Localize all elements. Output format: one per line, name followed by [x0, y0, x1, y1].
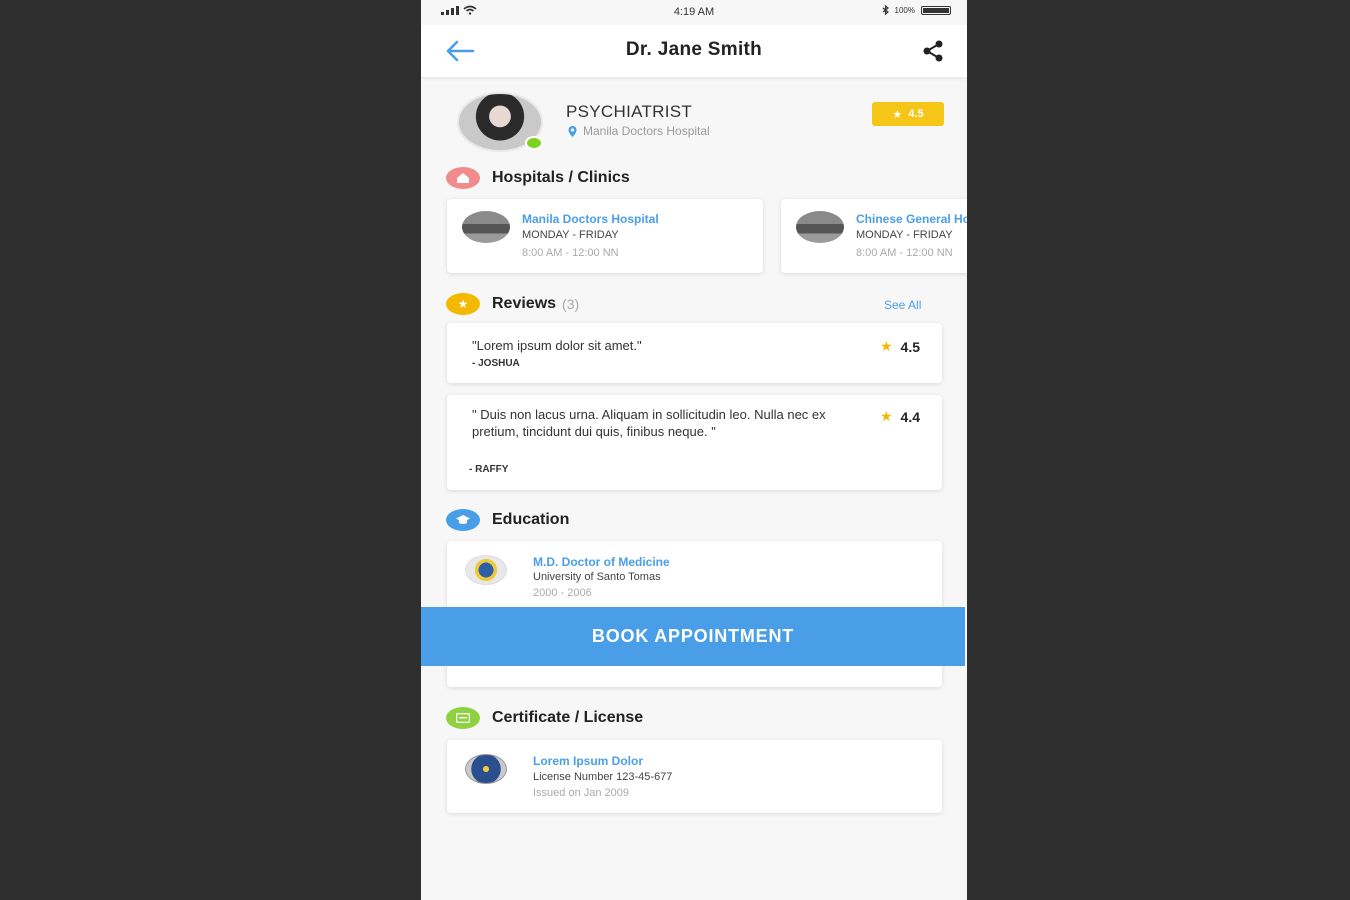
online-status-dot — [525, 136, 543, 150]
battery-icon — [921, 5, 951, 15]
hospital-card[interactable]: Manila Doctors Hospital MONDAY - FRIDAY … — [447, 199, 763, 273]
hospital-days: MONDAY - FRIDAY — [856, 229, 953, 241]
status-bar: 4:19 AM 100% — [421, 0, 967, 25]
star-circle-icon: ★ — [446, 293, 480, 315]
rating-badge: ★ 4.5 — [872, 102, 944, 126]
doctor-specialty: PSYCHIATRIST — [566, 102, 693, 121]
hospital-thumbnail — [462, 211, 510, 243]
school-name: University of Santo Tomas — [533, 571, 661, 583]
education-years: 2000 - 2006 — [533, 587, 592, 599]
location-text: Manila Doctors Hospital — [583, 124, 710, 138]
certificate-section-header: Certificate / License — [446, 707, 643, 729]
review-author: - RAFFY — [469, 464, 509, 475]
hospital-hours: 8:00 AM - 12:00 NN — [522, 247, 619, 259]
see-all-link[interactable]: See All — [884, 298, 921, 312]
degree-title: M.D. Doctor of Medicine — [533, 555, 670, 569]
share-icon — [923, 40, 943, 62]
hospitals-section-header: Hospitals / Clinics — [446, 167, 630, 189]
hospital-hours: 8:00 AM - 12:00 NN — [856, 247, 953, 259]
rating-value: 4.5 — [908, 108, 924, 120]
review-rating-value: 4.4 — [900, 408, 920, 425]
star-icon: ★ — [892, 108, 903, 121]
phone-screen: 4:19 AM 100% Dr. Jane Smith PSYCHIATRIST… — [421, 0, 967, 900]
hospital-name: Chinese General Hospital — [856, 212, 967, 226]
review-rating-value: 4.5 — [900, 338, 920, 355]
reviews-count: (3) — [562, 296, 580, 312]
hospital-days: MONDAY - FRIDAY — [522, 229, 619, 241]
battery-percent: 100% — [894, 5, 915, 15]
license-number: License Number 123-45-677 — [533, 771, 673, 783]
certificate-title: Certificate / License — [492, 709, 644, 726]
university-logo — [465, 555, 507, 585]
bluetooth-icon — [882, 5, 889, 15]
share-button[interactable] — [919, 38, 947, 64]
hospital-name: Manila Doctors Hospital — [522, 212, 659, 226]
star-icon: ★ — [879, 338, 893, 354]
education-section-header: Education — [446, 509, 569, 531]
star-icon: ★ — [879, 408, 893, 424]
reviews-title: Reviews — [492, 295, 557, 312]
review-rating: ★ 4.5 — [880, 338, 920, 355]
book-appointment-button[interactable]: BOOK APPOINTMENT — [421, 607, 965, 666]
reviews-section-header: ★ Reviews (3) — [446, 293, 579, 315]
issued-date: Issued on Jan 2009 — [533, 787, 630, 799]
hospital-card[interactable]: Chinese General Hospital MONDAY - FRIDAY… — [781, 199, 967, 273]
review-card: "Lorem ipsum dolor sit amet." - JOSHUA ★… — [447, 323, 942, 383]
graduation-cap-icon — [446, 509, 480, 531]
app-header: Dr. Jane Smith — [421, 25, 967, 77]
review-rating: ★ 4.4 — [880, 408, 920, 425]
review-author: - JOSHUA — [472, 358, 520, 369]
status-right: 100% — [882, 5, 951, 15]
hospital-icon — [446, 167, 480, 189]
certificate-icon — [446, 707, 480, 729]
certificate-card: Lorem Ipsum Dolor License Number 123-45-… — [447, 740, 942, 813]
education-title: Education — [492, 511, 570, 528]
review-text: "Lorem ipsum dolor sit amet." — [472, 338, 642, 353]
page-title: Dr. Jane Smith — [625, 39, 763, 60]
certificate-name: Lorem Ipsum Dolor — [533, 754, 644, 768]
review-card: " Duis non lacus urna. Aliquam in sollic… — [447, 395, 942, 490]
hospital-thumbnail — [796, 211, 844, 243]
location-pin-icon — [568, 125, 577, 137]
certificate-logo — [465, 754, 507, 784]
review-text: " Duis non lacus urna. Aliquam in sollic… — [472, 407, 826, 439]
hospitals-title: Hospitals / Clinics — [492, 169, 630, 186]
doctor-location: Manila Doctors Hospital — [568, 124, 710, 138]
